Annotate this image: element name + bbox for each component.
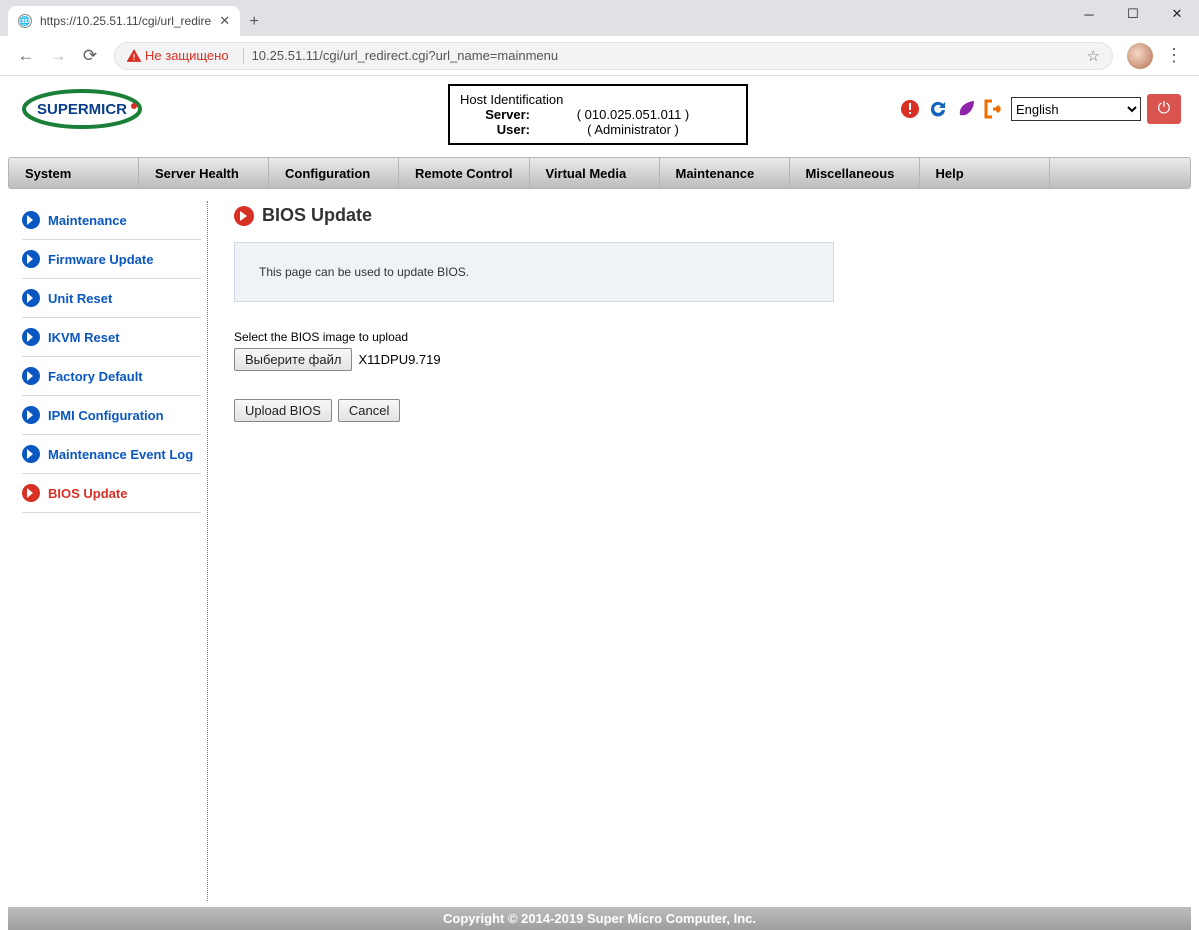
nav-item-system[interactable]: System <box>9 158 139 188</box>
url-text: 10.25.51.11/cgi/url_redirect.cgi?url_nam… <box>252 48 559 63</box>
back-icon[interactable]: ← <box>14 44 38 68</box>
minimize-icon[interactable]: ─ <box>1067 0 1111 28</box>
sidebar-item-label: IPMI Configuration <box>48 408 164 423</box>
browser-titlebar: 🌐 https://10.25.51.11/cgi/url_redire ✕ +… <box>0 0 1199 36</box>
main-nav: SystemServer HealthConfigurationRemote C… <box>8 157 1191 189</box>
upload-bios-button[interactable]: Upload BIOS <box>234 399 332 422</box>
nav-spacer <box>1050 158 1191 188</box>
supermicro-logo: SUPERMICR <box>22 88 148 130</box>
avatar[interactable] <box>1127 43 1153 69</box>
nav-item-maintenance[interactable]: Maintenance <box>660 158 790 188</box>
maximize-icon[interactable]: ☐ <box>1111 0 1155 28</box>
arrow-circle-icon <box>22 484 40 502</box>
user-value: ( Administrator ) <box>530 122 736 137</box>
sidebar-item-bios-update[interactable]: BIOS Update <box>22 474 201 513</box>
close-icon[interactable]: ✕ <box>219 13 230 29</box>
sidebar-item-label: Maintenance Event Log <box>48 447 193 462</box>
arrow-circle-icon <box>22 406 40 424</box>
logout-icon[interactable] <box>983 98 1005 120</box>
arrow-circle-icon <box>22 250 40 268</box>
content: BIOS Update This page can be used to upd… <box>208 201 1191 901</box>
nav-item-help[interactable]: Help <box>920 158 1050 188</box>
sidebar-item-label: Firmware Update <box>48 252 153 267</box>
sidebar-item-maintenance[interactable]: Maintenance <box>22 201 201 240</box>
user-label: User: <box>460 122 530 137</box>
arrow-circle-icon <box>22 289 40 307</box>
header-actions: English ⏻ <box>899 84 1191 124</box>
sidebar-item-label: Unit Reset <box>48 291 112 306</box>
forward-icon[interactable]: → <box>46 44 70 68</box>
arrow-circle-icon <box>22 367 40 385</box>
alert-icon[interactable] <box>899 98 921 120</box>
arrow-circle-icon <box>22 328 40 346</box>
info-box: This page can be used to update BIOS. <box>234 242 834 302</box>
nav-item-miscellaneous[interactable]: Miscellaneous <box>790 158 920 188</box>
choose-file-button[interactable]: Выберите файл <box>234 348 352 371</box>
cancel-button[interactable]: Cancel <box>338 399 400 422</box>
tab-title: https://10.25.51.11/cgi/url_redire <box>40 14 211 28</box>
host-identification: Host Identification Server: ( 010.025.05… <box>448 84 748 145</box>
page-title-text: BIOS Update <box>262 205 372 226</box>
arrow-circle-icon <box>22 211 40 229</box>
server-label: Server: <box>460 107 530 122</box>
page-header: SUPERMICR Host Identification Server: ( … <box>8 76 1191 145</box>
sidebar-item-label: IKVM Reset <box>48 330 120 345</box>
not-secure-icon: Не защищено <box>127 48 229 63</box>
nav-item-configuration[interactable]: Configuration <box>269 158 399 188</box>
new-tab-button[interactable]: + <box>240 8 268 36</box>
divider <box>243 48 244 64</box>
chosen-file-name: X11DPU9.719 <box>358 352 440 367</box>
select-file-label: Select the BIOS image to upload <box>234 330 1171 344</box>
eco-icon[interactable] <box>955 98 977 120</box>
browser-tab[interactable]: 🌐 https://10.25.51.11/cgi/url_redire ✕ <box>8 6 240 36</box>
footer-text: Copyright © 2014-2019 Super Micro Comput… <box>443 911 756 926</box>
refresh-icon[interactable] <box>927 98 949 120</box>
close-icon[interactable]: ✕ <box>1155 0 1199 28</box>
not-secure-label: Не защищено <box>145 48 229 63</box>
reload-icon[interactable]: ⟳ <box>78 44 102 68</box>
page-title: BIOS Update <box>234 205 1171 226</box>
window-controls: ─ ☐ ✕ <box>1067 0 1199 28</box>
sidebar-item-unit-reset[interactable]: Unit Reset <box>22 279 201 318</box>
sidebar-item-firmware-update[interactable]: Firmware Update <box>22 240 201 279</box>
info-text: This page can be used to update BIOS. <box>259 265 469 279</box>
sidebar-item-ipmi-configuration[interactable]: IPMI Configuration <box>22 396 201 435</box>
sidebar-item-label: Maintenance <box>48 213 127 228</box>
sidebar-item-maintenance-event-log[interactable]: Maintenance Event Log <box>22 435 201 474</box>
arrow-circle-icon <box>22 445 40 463</box>
host-id-legend: Host Identification <box>460 92 563 107</box>
browser-toolbar: ← → ⟳ Не защищено 10.25.51.11/cgi/url_re… <box>0 36 1199 76</box>
sidebar-item-label: Factory Default <box>48 369 143 384</box>
nav-item-server-health[interactable]: Server Health <box>139 158 269 188</box>
sidebar-item-label: BIOS Update <box>48 486 127 501</box>
arrow-circle-icon <box>234 206 254 226</box>
power-button[interactable]: ⏻ <box>1147 94 1181 124</box>
nav-item-remote-control[interactable]: Remote Control <box>399 158 530 188</box>
nav-item-virtual-media[interactable]: Virtual Media <box>530 158 660 188</box>
footer: Copyright © 2014-2019 Super Micro Comput… <box>8 907 1191 930</box>
svg-text:SUPERMICR: SUPERMICR <box>37 101 127 118</box>
sidebar-item-ikvm-reset[interactable]: IKVM Reset <box>22 318 201 357</box>
globe-icon: 🌐 <box>18 14 32 28</box>
server-value: ( 010.025.051.011 ) <box>530 107 736 122</box>
address-bar[interactable]: Не защищено 10.25.51.11/cgi/url_redirect… <box>114 42 1113 70</box>
sidebar-item-factory-default[interactable]: Factory Default <box>22 357 201 396</box>
menu-icon[interactable]: ⋮ <box>1165 45 1183 66</box>
bookmark-icon[interactable]: ☆ <box>1087 47 1100 65</box>
language-select[interactable]: English <box>1011 97 1141 121</box>
sidebar: Maintenance Firmware Update Unit Reset IKVM… <box>8 201 208 901</box>
